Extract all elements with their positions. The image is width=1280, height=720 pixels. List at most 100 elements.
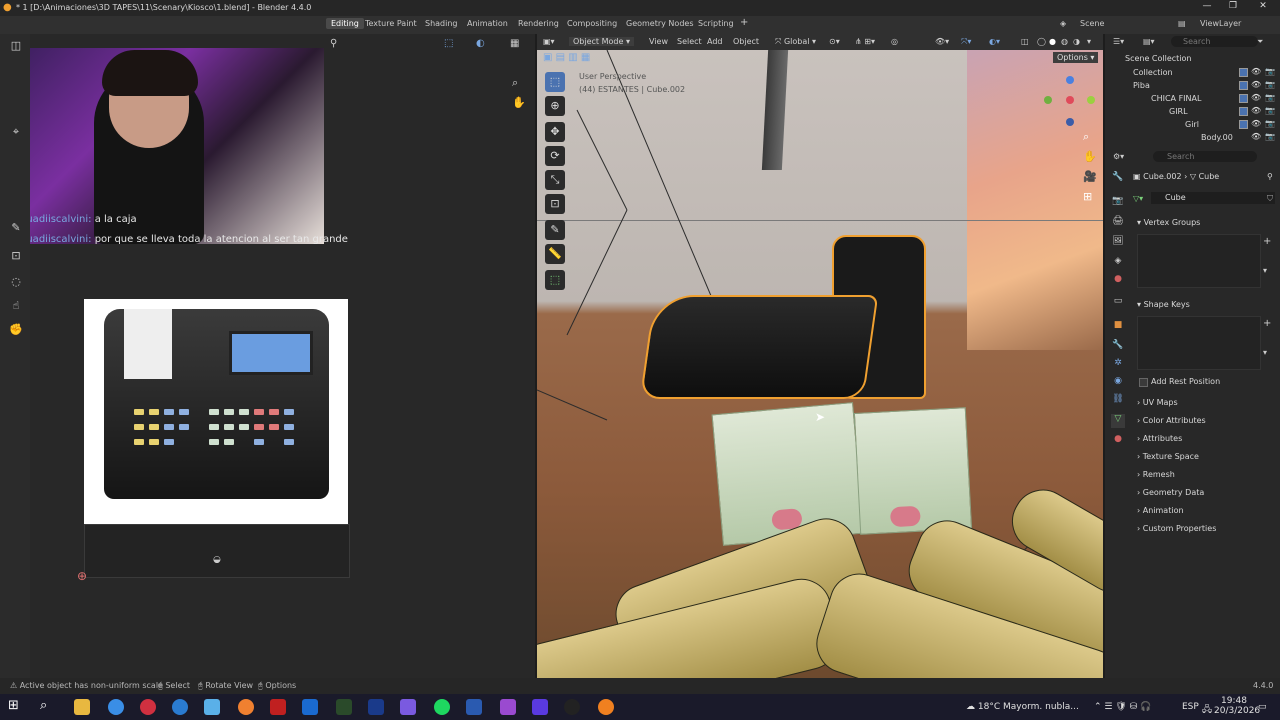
snap-icon[interactable]: ⋔ ⊞▾	[855, 37, 875, 46]
tab-editing[interactable]: Editing	[326, 18, 364, 29]
menu-object[interactable]: Object	[733, 37, 759, 46]
outliner-search-input[interactable]: Search	[1171, 36, 1258, 47]
network-icon[interactable]: 🖧	[1202, 702, 1212, 718]
3d-viewport[interactable]: User Perspective (44) ESTANTES | Cube.00…	[537, 50, 1103, 678]
transform-tool-icon[interactable]: ⊡	[545, 194, 565, 214]
sample-tool-icon[interactable]: ⊡	[8, 248, 24, 264]
eye-icon[interactable]: 👁	[1251, 93, 1261, 102]
proportional-edit-icon[interactable]: ◎	[891, 37, 898, 46]
overlay-icon[interactable]: ◐	[476, 38, 485, 49]
zoom-icon[interactable]: ⌕	[512, 76, 518, 90]
section-uv-maps[interactable]: › UV Maps	[1137, 398, 1178, 407]
section-shape-keys[interactable]: ▾ Shape Keys	[1137, 300, 1190, 309]
file-explorer-icon[interactable]	[74, 699, 90, 715]
outliner-item[interactable]: Collection	[1133, 68, 1173, 77]
opera-icon[interactable]	[140, 699, 156, 715]
physics-tab-icon[interactable]: ◉	[1111, 376, 1125, 390]
tab-scripting[interactable]: Scripting	[698, 19, 734, 28]
camera-icon[interactable]: 📷	[1265, 93, 1275, 102]
eye-icon[interactable]: 👁	[1251, 119, 1261, 128]
eye-icon[interactable]: 👁	[1251, 80, 1261, 89]
more-options-icon[interactable]: ▾	[1263, 266, 1267, 275]
vscode-icon[interactable]	[368, 699, 384, 715]
weather-widget[interactable]: ☁ 18°C Mayorm. nubla...	[966, 702, 1079, 712]
tool-tab-icon[interactable]: 🔧	[1111, 172, 1125, 186]
display-mode-icon[interactable]: ▤▾	[1143, 37, 1155, 46]
lasso-tool-icon[interactable]: ◌	[8, 274, 24, 290]
windows-start-icon[interactable]: ⊞	[8, 698, 19, 713]
outliner-item[interactable]: CHICA FINAL	[1151, 94, 1201, 103]
object-tab-icon[interactable]: ■	[1111, 320, 1125, 334]
gizmo-y-axis[interactable]	[1087, 96, 1095, 104]
outliner-item[interactable]: Girl	[1185, 120, 1199, 129]
properties-editor-icon[interactable]: ⚙▾	[1113, 152, 1124, 161]
view-layer-tab-icon[interactable]: 🖼	[1111, 236, 1125, 250]
2d-cursor-icon[interactable]: ⊕	[77, 569, 87, 583]
exclude-checkbox[interactable]	[1239, 81, 1248, 90]
annotate-tool-icon[interactable]: ✎	[8, 220, 24, 236]
exclude-checkbox[interactable]	[1239, 120, 1248, 129]
exclude-checkbox[interactable]	[1239, 107, 1248, 116]
gizmo-toggle-icon[interactable]: ⤧▾	[961, 37, 971, 47]
close-button[interactable]: ✕	[1252, 1, 1274, 15]
spotify-icon[interactable]	[434, 699, 450, 715]
cursor-tool-icon[interactable]: ⌖	[8, 124, 24, 140]
wireframe-shading-icon[interactable]: ◯	[1037, 37, 1046, 46]
tab-geometry-nodes[interactable]: Geometry Nodes	[626, 19, 693, 28]
display-channel-icon[interactable]: ▦	[510, 38, 519, 49]
edge-icon[interactable]	[172, 699, 188, 715]
gizmo-y-neg-axis[interactable]	[1044, 96, 1052, 104]
camera-icon[interactable]: 📷	[1265, 80, 1275, 89]
material-shading-icon[interactable]: ◍	[1061, 37, 1068, 46]
camera-icon[interactable]: 📷	[1265, 132, 1275, 141]
pin-icon[interactable]: ⚲	[1267, 172, 1273, 181]
menu-add[interactable]: Add	[707, 37, 723, 46]
media-app-icon[interactable]	[270, 699, 286, 715]
pivot-icon[interactable]: ⊙▾	[829, 37, 840, 46]
menu-select[interactable]: Select	[677, 37, 702, 46]
orientation-dropdown[interactable]: ⤧ Global ▾	[775, 37, 816, 47]
view-layer-name[interactable]: ViewLayer	[1200, 19, 1241, 28]
maximize-button[interactable]: ❐	[1222, 1, 1244, 15]
app-icon[interactable]	[500, 699, 516, 715]
eye-icon[interactable]: 👁	[1251, 67, 1261, 76]
eye-icon[interactable]: 👁	[1251, 106, 1261, 115]
visibility-icon[interactable]: 👁▾	[935, 37, 949, 46]
move-tool-icon[interactable]: ✥	[545, 122, 565, 142]
obs-icon[interactable]	[238, 699, 254, 715]
section-texture-space[interactable]: › Texture Space	[1137, 452, 1199, 461]
pan-view-icon[interactable]: ✋	[1083, 150, 1097, 163]
add-cube-tool-icon[interactable]: ⬚	[545, 270, 565, 290]
image-editor-tool-icon[interactable]: ⬚	[444, 38, 453, 49]
editor-type-icon[interactable]: ▣▾	[543, 37, 555, 46]
camera-icon[interactable]: 📷	[1265, 106, 1275, 115]
github-icon[interactable]	[564, 699, 580, 715]
overlays-toggle-icon[interactable]: ◐▾	[989, 37, 1000, 46]
mesh-data-name-field[interactable]: Cube	[1151, 192, 1275, 204]
ortho-toggle-icon[interactable]: ⊞	[1083, 190, 1092, 203]
gizmo-z-neg-axis[interactable]	[1066, 118, 1074, 126]
options-dropdown[interactable]: Options ▾	[1053, 52, 1099, 63]
fake-user-shield-icon[interactable]: ⛉	[1267, 194, 1273, 204]
xray-icon[interactable]: ◫	[1021, 37, 1029, 46]
cash-register-3d-model[interactable]	[639, 235, 926, 400]
outliner-item[interactable]: Piba	[1133, 81, 1150, 90]
collection-tab-icon[interactable]: ▭	[1111, 296, 1125, 310]
section-vertex-groups[interactable]: ▾ Vertex Groups	[1137, 218, 1200, 227]
particles-tab-icon[interactable]: ✲	[1111, 358, 1125, 372]
pan-hand-icon[interactable]: ✋	[512, 96, 526, 109]
rendered-shading-icon[interactable]: ◑	[1073, 37, 1080, 46]
add-rest-position-checkbox[interactable]	[1139, 378, 1148, 387]
cursor-tool-icon[interactable]: ⊕	[545, 96, 565, 116]
pin-icon[interactable]: ⚲	[330, 38, 337, 49]
solid-shading-icon[interactable]: ●	[1049, 37, 1056, 46]
camera-icon[interactable]: 📷	[1265, 119, 1275, 128]
shading-options-icon[interactable]: ▾	[1087, 37, 1091, 46]
pinch-tool-icon[interactable]: ✊	[8, 322, 24, 338]
gizmo-z-axis[interactable]	[1066, 76, 1074, 84]
view-icon[interactable]: ◫	[8, 38, 24, 54]
vertex-groups-list[interactable]	[1137, 234, 1261, 288]
measure-tool-icon[interactable]: 📏	[545, 244, 565, 264]
section-attributes[interactable]: › Attributes	[1137, 434, 1182, 443]
constraints-tab-icon[interactable]: ⛓	[1111, 394, 1125, 408]
